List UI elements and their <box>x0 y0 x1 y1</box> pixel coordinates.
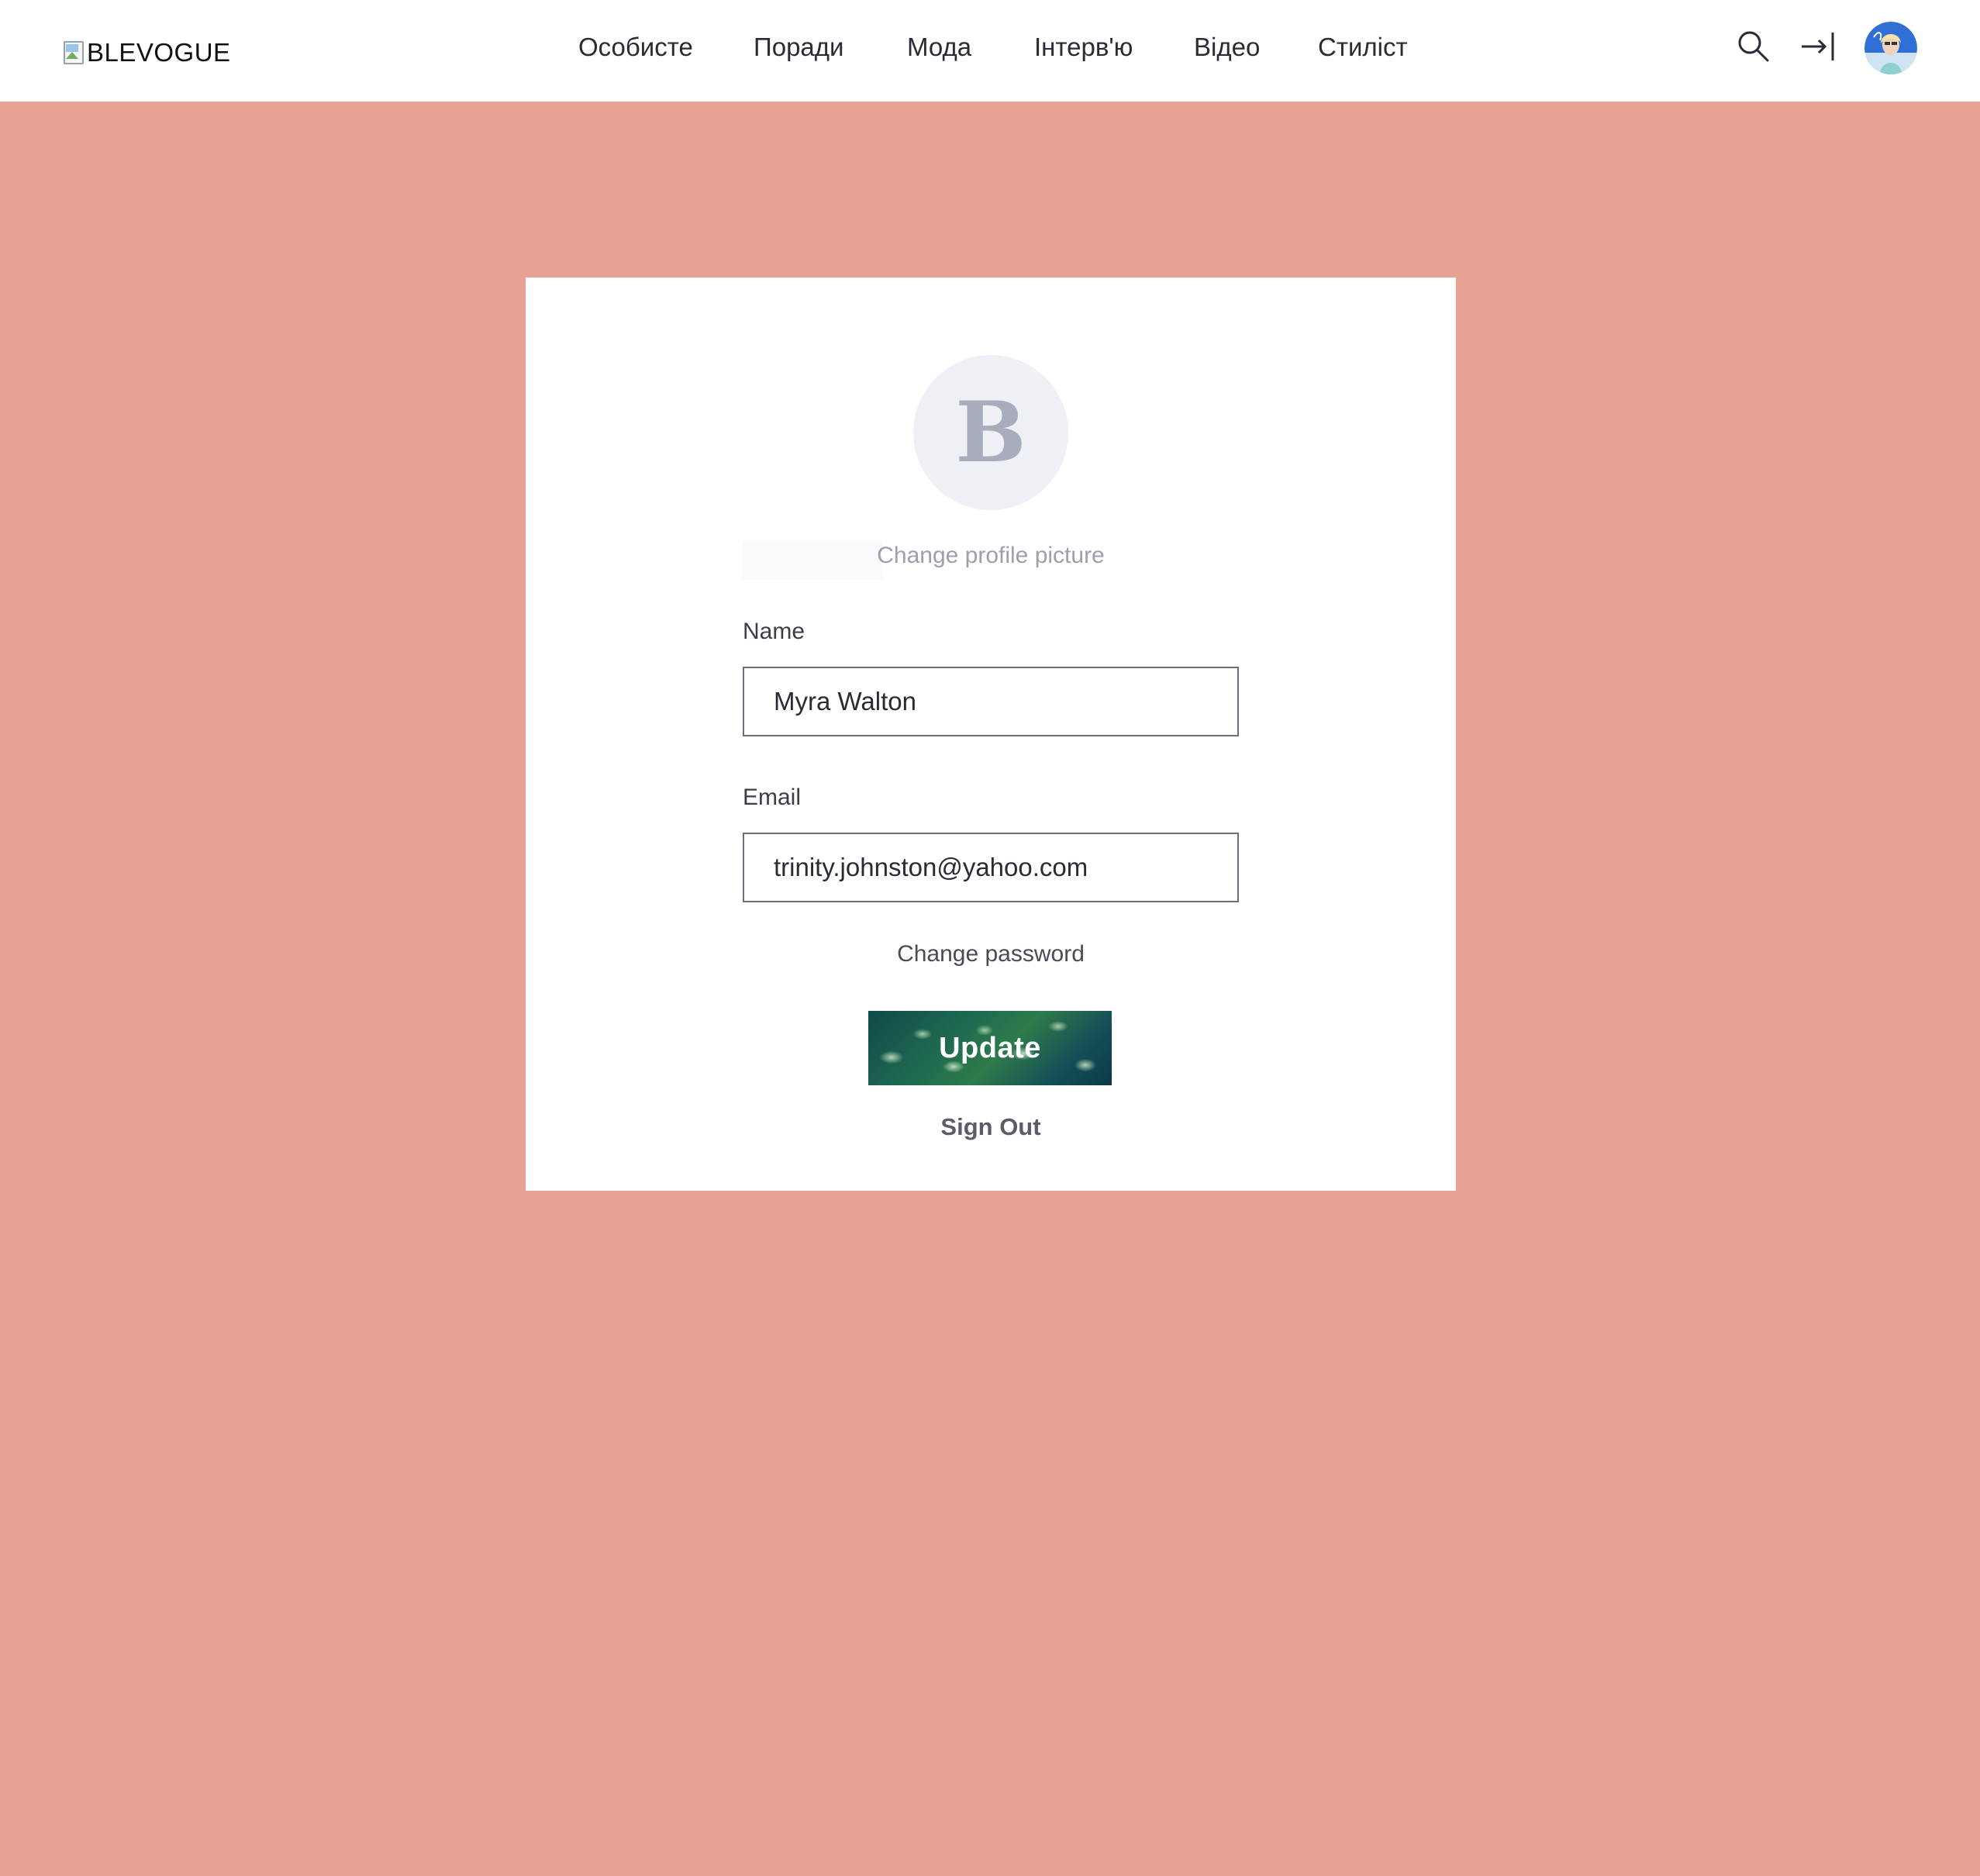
site-header: BLEVOGUE Особисте Поради Мода Інтерв'ю В… <box>0 0 1980 102</box>
login-arrow-icon[interactable] <box>1800 29 1836 64</box>
nav-item-stylist[interactable]: Стиліст <box>1318 33 1408 62</box>
nav-item-fashion[interactable]: Мода <box>907 33 971 62</box>
profile-card: B Change profile picture Name Email Chan… <box>526 278 1456 1191</box>
search-icon[interactable] <box>1737 29 1771 64</box>
user-avatar[interactable] <box>1864 22 1917 74</box>
profile-initial: B <box>955 384 1026 481</box>
nav-item-interview[interactable]: Інтерв'ю <box>1034 33 1133 62</box>
change-password-link[interactable]: Change password <box>526 941 1456 967</box>
logo-alt-text: BLEVOGUE <box>87 38 231 67</box>
nav-item-video[interactable]: Відео <box>1194 33 1260 62</box>
update-button[interactable]: Update <box>868 1011 1112 1085</box>
update-button-label: Update <box>939 1031 1041 1064</box>
change-profile-picture-link[interactable]: Change profile picture <box>526 543 1456 569</box>
profile-picture[interactable]: B <box>913 355 1068 510</box>
nav-item-personal[interactable]: Особисте <box>578 33 693 62</box>
site-logo[interactable]: BLEVOGUE <box>62 37 231 68</box>
name-input[interactable] <box>743 667 1239 736</box>
email-input[interactable] <box>743 833 1239 902</box>
email-label: Email <box>743 785 802 810</box>
broken-image-icon <box>62 40 85 66</box>
name-label: Name <box>743 619 805 644</box>
sign-out-button[interactable]: Sign Out <box>526 1113 1456 1141</box>
nav-item-tips[interactable]: Поради <box>754 33 843 62</box>
